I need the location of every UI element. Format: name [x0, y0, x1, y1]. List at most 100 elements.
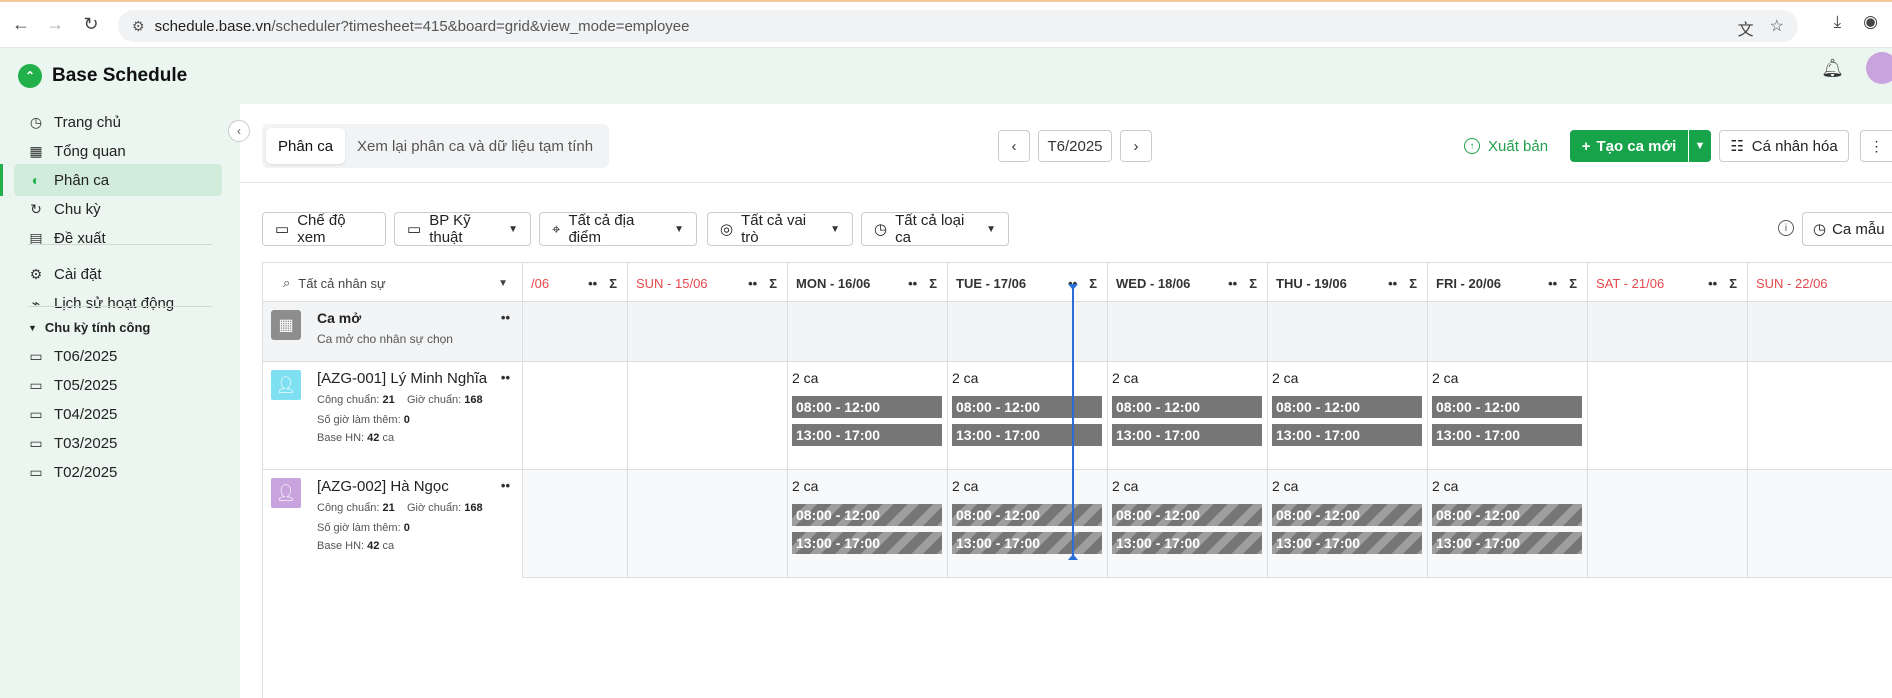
grid-cell[interactable]	[1428, 302, 1588, 362]
drag-handle-icon[interactable]: ••	[588, 276, 597, 291]
shift-block[interactable]: 13:00 - 17:00	[1272, 424, 1422, 446]
sidebar-period[interactable]: ▭ T03/2025	[14, 427, 222, 459]
shift-block[interactable]: 08:00 - 12:00	[792, 396, 942, 418]
forward-icon[interactable]: →	[40, 9, 70, 39]
sidebar-item-overview[interactable]: ▦ Tổng quan	[14, 135, 222, 167]
shift-block[interactable]: 13:00 - 17:00	[792, 532, 942, 554]
shift-block[interactable]: 13:00 - 17:00	[1272, 532, 1422, 554]
publish-button[interactable]: ↑ Xuất bản	[1464, 130, 1548, 162]
day-header[interactable]: THU - 19/06 •• Σ	[1268, 263, 1428, 303]
grid-cell[interactable]	[523, 302, 628, 362]
sidebar-item-shift[interactable]: ◐ Phân ca	[0, 164, 222, 196]
day-cell-tue[interactable]: 2 ca 08:00 - 12:00 13:00 - 17:00	[948, 362, 1108, 470]
department-filter[interactable]: ▭ BP Kỹ thuật ▼	[394, 212, 531, 246]
day-header[interactable]: WED - 18/06 •• Σ	[1108, 263, 1268, 303]
grid-cell[interactable]	[628, 470, 788, 578]
employee-search[interactable]: ⌕ Tất cả nhân sự ▼	[263, 263, 523, 303]
shift-block[interactable]: 08:00 - 12:00	[1272, 504, 1422, 526]
shift-block[interactable]: 08:00 - 12:00	[952, 396, 1102, 418]
grid-cell[interactable]	[628, 302, 788, 362]
brand[interactable]: ⌃ Base Schedule	[18, 64, 187, 88]
grid-cell[interactable]	[1108, 302, 1268, 362]
role-filter[interactable]: ◎ Tất cả vai trò ▼	[707, 212, 853, 246]
shift-block[interactable]: 13:00 - 17:00	[1432, 532, 1582, 554]
sidebar-period[interactable]: ▭ T06/2025	[14, 340, 222, 372]
open-shift-cell[interactable]: ▦ Ca mở Ca mở cho nhân sự chọn ••	[263, 302, 523, 362]
drag-handle-icon[interactable]: ••	[908, 276, 917, 291]
sum-icon[interactable]: Σ	[1249, 276, 1257, 291]
sidebar-item-history[interactable]: ⌁ Lịch sử hoạt động	[14, 287, 222, 319]
sidebar-item-home[interactable]: ◷ Trang chủ	[14, 106, 222, 138]
grid-cell[interactable]	[628, 362, 788, 470]
day-cell-tue[interactable]: 2 ca 08:00 - 12:00 13:00 - 17:00	[948, 470, 1108, 578]
avatar[interactable]	[1866, 52, 1892, 84]
shift-block[interactable]: 08:00 - 12:00	[952, 504, 1102, 526]
day-header[interactable]: FRI - 20/06 •• Σ	[1428, 263, 1588, 303]
location-filter[interactable]: ⌖ Tất cả địa điểm ▼	[539, 212, 697, 246]
shift-block[interactable]: 13:00 - 17:00	[1112, 532, 1262, 554]
day-cell-thu[interactable]: 2 ca 08:00 - 12:00 13:00 - 17:00	[1268, 362, 1428, 470]
row-options-icon[interactable]: ••	[501, 478, 510, 493]
drag-handle-icon[interactable]: ••	[1228, 276, 1237, 291]
grid-cell[interactable]	[523, 362, 628, 470]
sum-icon[interactable]: Σ	[609, 276, 617, 291]
day-cell-wed[interactable]: 2 ca 08:00 - 12:00 13:00 - 17:00	[1108, 362, 1268, 470]
shift-block[interactable]: 08:00 - 12:00	[1272, 396, 1422, 418]
prev-period-button[interactable]: ‹	[998, 130, 1030, 162]
shift-block[interactable]: 13:00 - 17:00	[952, 424, 1102, 446]
info-icon[interactable]: i	[1778, 220, 1794, 236]
profile-icon[interactable]: ◉	[1863, 12, 1878, 32]
collapse-sidebar-button[interactable]: ‹	[228, 120, 250, 142]
shift-block[interactable]: 08:00 - 12:00	[1432, 504, 1582, 526]
grid-cell[interactable]	[523, 470, 628, 578]
employee-cell[interactable]: 👤︎ [AZG-002] Hà Ngọc Công chuẩn: 21 Giờ …	[263, 470, 523, 578]
employee-cell[interactable]: 👤︎ [AZG-001] Lý Minh Nghĩa Công chuẩn: 2…	[263, 362, 523, 470]
personalize-button[interactable]: ☷ Cá nhân hóa	[1719, 130, 1849, 162]
sidebar-item-cycle[interactable]: ↻ Chu kỳ	[14, 193, 222, 225]
sum-icon[interactable]: Σ	[1089, 276, 1097, 291]
grid-cell[interactable]	[948, 302, 1108, 362]
sum-icon[interactable]: Σ	[1569, 276, 1577, 291]
sum-icon[interactable]: Σ	[769, 276, 777, 291]
row-options-icon[interactable]: ••	[501, 370, 510, 385]
drag-handle-icon[interactable]: ••	[1708, 276, 1717, 291]
grid-cell[interactable]	[1588, 362, 1748, 470]
shift-block[interactable]: 13:00 - 17:00	[792, 424, 942, 446]
create-shift-button[interactable]: + Tạo ca mới	[1570, 130, 1688, 162]
drag-handle-icon[interactable]: ••	[1388, 276, 1397, 291]
day-cell-fri[interactable]: 2 ca 08:00 - 12:00 13:00 - 17:00	[1428, 470, 1588, 578]
grid-cell[interactable]	[1268, 302, 1428, 362]
bell-icon[interactable]: 🔔︎	[1821, 58, 1844, 79]
drag-handle-icon[interactable]: ••	[1548, 276, 1557, 291]
day-cell-wed[interactable]: 2 ca 08:00 - 12:00 13:00 - 17:00	[1108, 470, 1268, 578]
day-cell-mon[interactable]: 2 ca 08:00 - 12:00 13:00 - 17:00	[788, 362, 948, 470]
shift-block[interactable]: 08:00 - 12:00	[1112, 396, 1262, 418]
back-icon[interactable]: ←	[6, 9, 36, 39]
next-period-button[interactable]: ›	[1120, 130, 1152, 162]
shift-block[interactable]: 08:00 - 12:00	[1432, 396, 1582, 418]
day-header[interactable]: SAT - 21/06 •• Σ	[1588, 263, 1748, 303]
shift-block[interactable]: 08:00 - 12:00	[792, 504, 942, 526]
day-header[interactable]: SUN - 22/06	[1748, 263, 1892, 303]
drag-handle-icon[interactable]: ••	[748, 276, 757, 291]
bookmark-star-icon[interactable]: ☆	[1770, 16, 1784, 40]
day-header[interactable]: MON - 16/06 •• Σ	[788, 263, 948, 303]
grid-cell[interactable]	[788, 302, 948, 362]
sum-icon[interactable]: Σ	[1729, 276, 1737, 291]
site-info-icon[interactable]: ⚙	[132, 18, 145, 35]
day-cell-mon[interactable]: 2 ca 08:00 - 12:00 13:00 - 17:00	[788, 470, 948, 578]
cycle-section-header[interactable]: ▼ Chu kỳ tính công	[28, 320, 150, 335]
day-header[interactable]: /06 •• Σ	[523, 263, 628, 303]
create-shift-dropdown[interactable]: ▼	[1689, 130, 1711, 162]
sidebar-period[interactable]: ▭ T04/2025	[14, 398, 222, 430]
sidebar-item-settings[interactable]: ⚙ Cài đặt	[14, 258, 222, 290]
grid-cell[interactable]	[1588, 470, 1748, 578]
sidebar-period[interactable]: ▭ T05/2025	[14, 369, 222, 401]
day-cell-thu[interactable]: 2 ca 08:00 - 12:00 13:00 - 17:00	[1268, 470, 1428, 578]
tab-review[interactable]: Xem lại phân ca và dữ liệu tạm tính	[345, 128, 605, 164]
sum-icon[interactable]: Σ	[929, 276, 937, 291]
day-header[interactable]: SUN - 15/06 •• Σ	[628, 263, 788, 303]
grid-cell[interactable]	[1588, 302, 1748, 362]
translate-icon[interactable]: 文	[1738, 16, 1754, 40]
row-options-icon[interactable]: ••	[501, 310, 510, 325]
